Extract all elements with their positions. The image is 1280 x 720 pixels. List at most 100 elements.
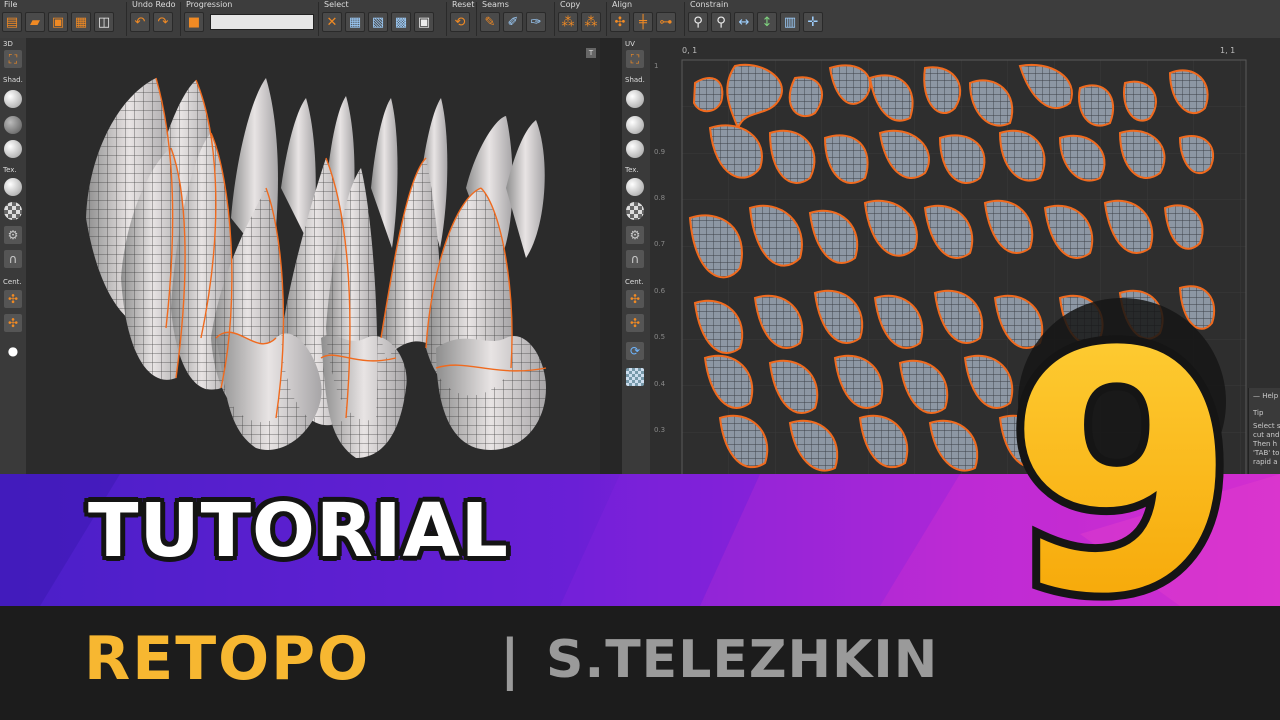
select-all-icon[interactable]: ▣ (414, 12, 434, 32)
uv-tick: 0.5 (654, 333, 665, 341)
uv-wire-sphere-icon[interactable] (626, 140, 644, 158)
unpin-icon[interactable]: ⚲ (711, 12, 731, 32)
frame-view-icon[interactable]: ⛶ (4, 50, 22, 68)
uv-texture-settings-icon[interactable]: ⚙ (626, 226, 644, 244)
label-shading: Shad. (3, 76, 23, 84)
uv-corner-top-right: 1, 1 (1220, 46, 1236, 55)
main-toolbar: File ▤ ▰ ▣ ▦ ◫ Undo Redo ↶ ↷ Progression… (0, 0, 1280, 39)
toolbar-group-undo-redo: Undo Redo ↶ ↷ (128, 0, 180, 38)
help-title[interactable]: — Help (1253, 392, 1280, 401)
select-edge-icon[interactable]: ▧ (368, 12, 388, 32)
uv-center-view-icon[interactable]: ✣ (626, 290, 644, 308)
stop-icon[interactable]: ■ (184, 12, 204, 32)
toolbar-label-align: Align (612, 0, 633, 9)
toolbar-group-file: File ▤ ▰ ▣ ▦ ◫ (0, 0, 126, 38)
panel-splitter[interactable] (600, 38, 622, 478)
align-horizontal-icon[interactable]: ╪ (633, 12, 653, 32)
toolbar-label-reset: Reset (452, 0, 475, 9)
wireframe-sphere-icon[interactable] (4, 116, 22, 134)
constrain-both-icon[interactable]: ▥ (780, 12, 800, 32)
toolbar-group-select: Select ✕ ▦ ▧ ▩ ▣ (320, 0, 446, 38)
label-3d: 3D (3, 40, 13, 48)
light-icon[interactable]: ● (4, 342, 22, 360)
screenshot-icon[interactable]: ◫ (94, 12, 114, 32)
toolbar-label-progression: Progression (186, 0, 233, 9)
banner-author: S.TELEZHKIN (546, 630, 939, 690)
texture-sphere-icon[interactable] (4, 178, 22, 196)
uv-tick: 0.4 (654, 380, 666, 388)
center-view-icon[interactable]: ✣ (4, 290, 22, 308)
open-folder-icon[interactable]: ▰ (25, 12, 45, 32)
uv-shading-sphere-icon[interactable] (626, 90, 644, 108)
uv-frame-view-icon[interactable]: ⛶ (626, 50, 644, 68)
uv-tick: 0.6 (654, 287, 666, 295)
viewport-tag[interactable]: T (586, 48, 596, 58)
teeth-model-viewport[interactable] (26, 38, 600, 478)
uv-center-selection-icon[interactable]: ✣ (626, 314, 644, 332)
redo-icon[interactable]: ↷ (153, 12, 173, 32)
undo-icon[interactable]: ↶ (130, 12, 150, 32)
toolbar-divider (446, 2, 447, 36)
new-file-icon[interactable]: ▤ (2, 12, 22, 32)
copy-icon[interactable]: ⁂ (558, 12, 578, 32)
clear-selection-icon[interactable]: ✕ (322, 12, 342, 32)
select-grid-icon[interactable]: ▦ (345, 12, 365, 32)
shading-sphere-icon[interactable] (4, 90, 22, 108)
texture-settings-icon[interactable]: ⚙ (4, 226, 22, 244)
align-vertical-icon[interactable]: ✣ (610, 12, 630, 32)
toolbar-divider (606, 2, 607, 36)
uv-tick: 0.7 (654, 240, 665, 248)
toolbar-divider (476, 2, 477, 36)
paste-icon[interactable]: ⁂ (581, 12, 601, 32)
reset-icon[interactable]: ⟲ (450, 12, 470, 32)
banner-subtitle: RETOPO (84, 624, 371, 694)
uv-rotate-icon[interactable]: ⟳ (626, 342, 644, 360)
uv-smooth-sphere-icon[interactable] (626, 116, 644, 134)
episode-number-badge: 9 (999, 290, 1245, 620)
toolbar-label-seams: Seams (482, 0, 509, 9)
seam-auto-icon[interactable]: ✑ (526, 12, 546, 32)
align-center-icon[interactable]: ⊶ (656, 12, 676, 32)
save-as-icon[interactable]: ▦ (71, 12, 91, 32)
uv-texture-sphere-icon[interactable] (626, 178, 644, 196)
constrain-vertical-icon[interactable]: ↕ (757, 12, 777, 32)
uv-checker-icon[interactable] (626, 202, 644, 220)
label-uv-center: Cent. (625, 278, 644, 286)
toolbar-group-copy: Copy ⁂ ⁂ (556, 0, 606, 38)
uv-tick: 0.9 (654, 148, 665, 156)
label-uv: UV (625, 40, 635, 48)
constrain-horizontal-icon[interactable]: ↔ (734, 12, 754, 32)
seam-cut-icon[interactable]: ✎ (480, 12, 500, 32)
help-line: Then h (1253, 440, 1278, 448)
center-selection-icon[interactable]: ✣ (4, 314, 22, 332)
checker-icon[interactable] (4, 202, 22, 220)
save-icon[interactable]: ▣ (48, 12, 68, 32)
help-line: cut and (1253, 431, 1280, 439)
label-uv-shading: Shad. (625, 76, 645, 84)
seam-weld-icon[interactable]: ✐ (503, 12, 523, 32)
banner-title: TUTORIAL (88, 488, 509, 574)
uv-tiles-icon[interactable] (626, 368, 644, 386)
toolbar-label-copy: Copy (560, 0, 581, 9)
toolbar-label-file: File (4, 0, 18, 9)
toolbar-group-seams: Seams ✎ ✐ ✑ (478, 0, 554, 38)
progression-bar (210, 14, 314, 30)
uv-corner-top-left: 0, 1 (682, 46, 698, 55)
magnet-icon[interactable]: ∩ (4, 250, 22, 268)
toolbar-divider (180, 2, 181, 36)
uv-tick: 0.8 (654, 194, 665, 202)
help-panel: — Help Tip Select s cut and Then h 'TAB'… (1248, 388, 1280, 474)
uv-toolstrip: UV ⛶ Shad. Tex. ⚙ ∩ Cent. ✣ ✣ ⟳ (622, 38, 651, 478)
viewport-3d-toolstrip: 3D ⛶ Shad. Tex. ⚙ ∩ Cent. ✣ ✣ ● (0, 38, 27, 478)
toolbar-group-constrain: Constrain ⚲ ⚲ ↔ ↕ ▥ ✛ (686, 0, 846, 38)
constrain-free-icon[interactable]: ✛ (803, 12, 823, 32)
uv-tick: 1 (654, 62, 658, 70)
toolbar-group-align: Align ✣ ╪ ⊶ (608, 0, 684, 38)
select-island-icon[interactable]: ▩ (391, 12, 411, 32)
help-line: rapid a (1253, 458, 1278, 466)
label-center: Cent. (3, 278, 22, 286)
pin-icon[interactable]: ⚲ (688, 12, 708, 32)
help-line: 'TAB' to (1253, 449, 1280, 457)
smooth-sphere-icon[interactable] (4, 140, 22, 158)
uv-magnet-icon[interactable]: ∩ (626, 250, 644, 268)
